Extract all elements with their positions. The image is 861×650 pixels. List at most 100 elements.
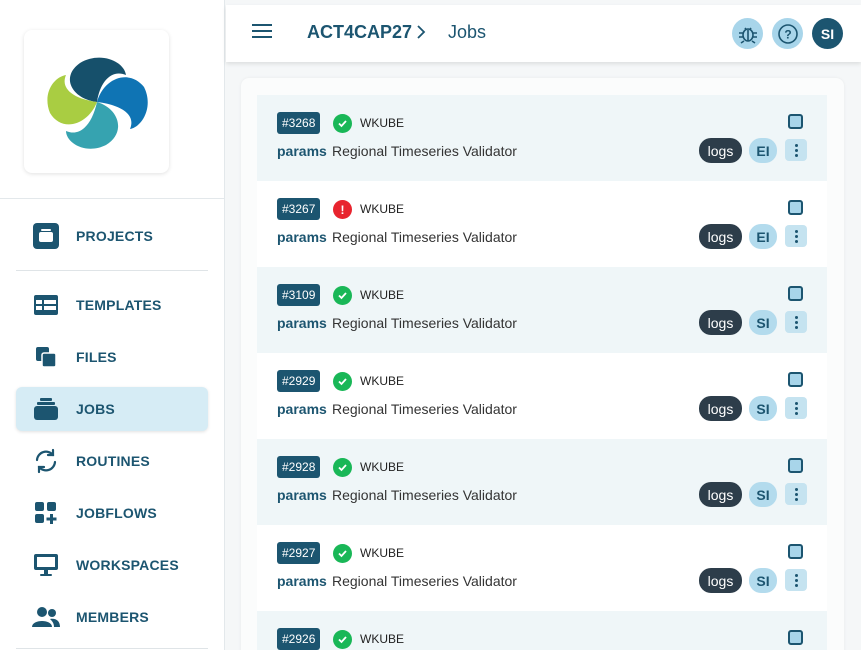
table-row: #2928 WKUBE params Regional Timeseries V… <box>257 439 827 525</box>
params-value: Regional Timeseries Validator <box>332 229 517 245</box>
params-value: Regional Timeseries Validator <box>332 401 517 417</box>
table-row: #2927 WKUBE params Regional Timeseries V… <box>257 525 827 611</box>
sidebar-item-routines[interactable]: ROUTINES <box>16 439 208 483</box>
success-icon <box>333 458 352 477</box>
help-button[interactable]: ? <box>772 18 803 49</box>
more-options-button[interactable] <box>785 311 807 333</box>
logo-icon <box>46 57 148 149</box>
error-icon: ! <box>333 200 352 219</box>
sidebar-item-label: FILES <box>76 349 117 365</box>
routines-icon <box>32 447 60 475</box>
runtime-label: WKUBE <box>360 202 405 216</box>
menu-icon[interactable] <box>252 24 272 40</box>
user-chip: SI <box>749 396 777 421</box>
more-options-button[interactable] <box>785 569 807 591</box>
bug-report-button[interactable] <box>732 18 763 49</box>
chevron-right-icon <box>417 25 426 39</box>
sidebar-divider <box>16 270 208 271</box>
success-icon <box>333 630 352 649</box>
sidebar-item-templates[interactable]: TEMPLATES <box>16 283 208 327</box>
members-icon <box>32 603 60 631</box>
select-checkbox[interactable] <box>788 544 803 559</box>
runtime-label: WKUBE <box>360 288 405 302</box>
page-title: Jobs <box>448 22 487 42</box>
logs-button[interactable]: logs <box>699 224 742 249</box>
job-id-badge[interactable]: #2928 <box>277 456 321 478</box>
breadcrumb-project[interactable]: ACT4CAP27 <box>307 22 412 43</box>
logs-button[interactable]: logs <box>699 568 742 593</box>
sidebar-item-label: JOBFLOWS <box>76 505 157 521</box>
jobflows-icon <box>32 499 60 527</box>
params-value: Regional Timeseries Validator <box>332 143 517 159</box>
job-id-badge[interactable]: #2927 <box>277 542 321 564</box>
more-vertical-icon <box>794 229 798 244</box>
table-row: #3109 WKUBE params Regional Timeseries V… <box>257 267 827 353</box>
jobs-icon <box>32 395 60 423</box>
job-id-badge[interactable]: #3109 <box>277 284 321 306</box>
job-id-badge[interactable]: #3268 <box>277 112 321 134</box>
files-icon <box>32 343 60 371</box>
sidebar-divider <box>0 198 225 199</box>
runtime-label: WKUBE <box>360 460 405 474</box>
select-checkbox[interactable] <box>788 630 803 645</box>
bug-icon <box>738 27 757 44</box>
help-icon: ? <box>777 23 798 44</box>
sidebar-item-jobflows[interactable]: JOBFLOWS <box>16 491 208 535</box>
sidebar-item-label: JOBS <box>76 401 115 417</box>
sidebar-item-jobs[interactable]: JOBS <box>16 387 208 431</box>
params-label: params <box>277 229 327 245</box>
params-value: Regional Timeseries Validator <box>332 487 517 503</box>
params-value: Regional Timeseries Validator <box>332 315 517 331</box>
runtime-label: WKUBE <box>360 546 405 560</box>
logs-button[interactable]: logs <box>699 138 742 163</box>
user-chip: SI <box>749 310 777 335</box>
job-id-badge[interactable]: #2929 <box>277 370 321 392</box>
success-icon <box>333 544 352 563</box>
select-checkbox[interactable] <box>788 286 803 301</box>
success-icon <box>333 372 352 391</box>
params-label: params <box>277 143 327 159</box>
select-checkbox[interactable] <box>788 372 803 387</box>
svg-text:?: ? <box>784 27 791 41</box>
runtime-label: WKUBE <box>360 374 405 388</box>
sidebar: PROJECTS TEMPLATES FILES JOBS ROUTINES J… <box>0 0 225 650</box>
sidebar-item-label: MEMBERS <box>76 609 149 625</box>
job-id-badge[interactable]: #2926 <box>277 628 321 650</box>
sidebar-item-label: ROUTINES <box>76 453 150 469</box>
logs-button[interactable]: logs <box>699 310 742 335</box>
more-options-button[interactable] <box>785 139 807 161</box>
table-row: #2926 WKUBE <box>257 611 827 650</box>
sidebar-divider <box>16 648 208 649</box>
logs-button[interactable]: logs <box>699 396 742 421</box>
table-row: #3268 WKUBE params Regional Timeseries V… <box>257 95 827 181</box>
table-row: #2929 WKUBE params Regional Timeseries V… <box>257 353 827 439</box>
more-vertical-icon <box>794 143 798 158</box>
templates-icon <box>32 291 60 319</box>
sidebar-item-label: TEMPLATES <box>76 297 162 313</box>
sidebar-item-projects[interactable]: PROJECTS <box>16 214 208 258</box>
more-vertical-icon <box>794 573 798 588</box>
more-options-button[interactable] <box>785 397 807 419</box>
app-logo[interactable] <box>24 30 169 173</box>
logs-button[interactable]: logs <box>699 482 742 507</box>
select-checkbox[interactable] <box>788 200 803 215</box>
workspaces-icon <box>32 551 60 579</box>
table-row: #3267 ! WKUBE params Regional Timeseries… <box>257 181 827 267</box>
params-label: params <box>277 401 327 417</box>
runtime-label: WKUBE <box>360 116 405 130</box>
sidebar-item-workspaces[interactable]: WORKSPACES <box>16 543 208 587</box>
select-checkbox[interactable] <box>788 458 803 473</box>
select-checkbox[interactable] <box>788 114 803 129</box>
user-chip: SI <box>749 482 777 507</box>
more-options-button[interactable] <box>785 225 807 247</box>
more-options-button[interactable] <box>785 483 807 505</box>
user-avatar[interactable]: SI <box>812 18 843 49</box>
job-id-badge[interactable]: #3267 <box>277 198 321 220</box>
more-vertical-icon <box>794 315 798 330</box>
sidebar-item-files[interactable]: FILES <box>16 335 208 379</box>
more-vertical-icon <box>794 487 798 502</box>
success-icon <box>333 286 352 305</box>
success-icon <box>333 114 352 133</box>
runtime-label: WKUBE <box>360 632 405 646</box>
sidebar-item-members[interactable]: MEMBERS <box>16 595 208 639</box>
